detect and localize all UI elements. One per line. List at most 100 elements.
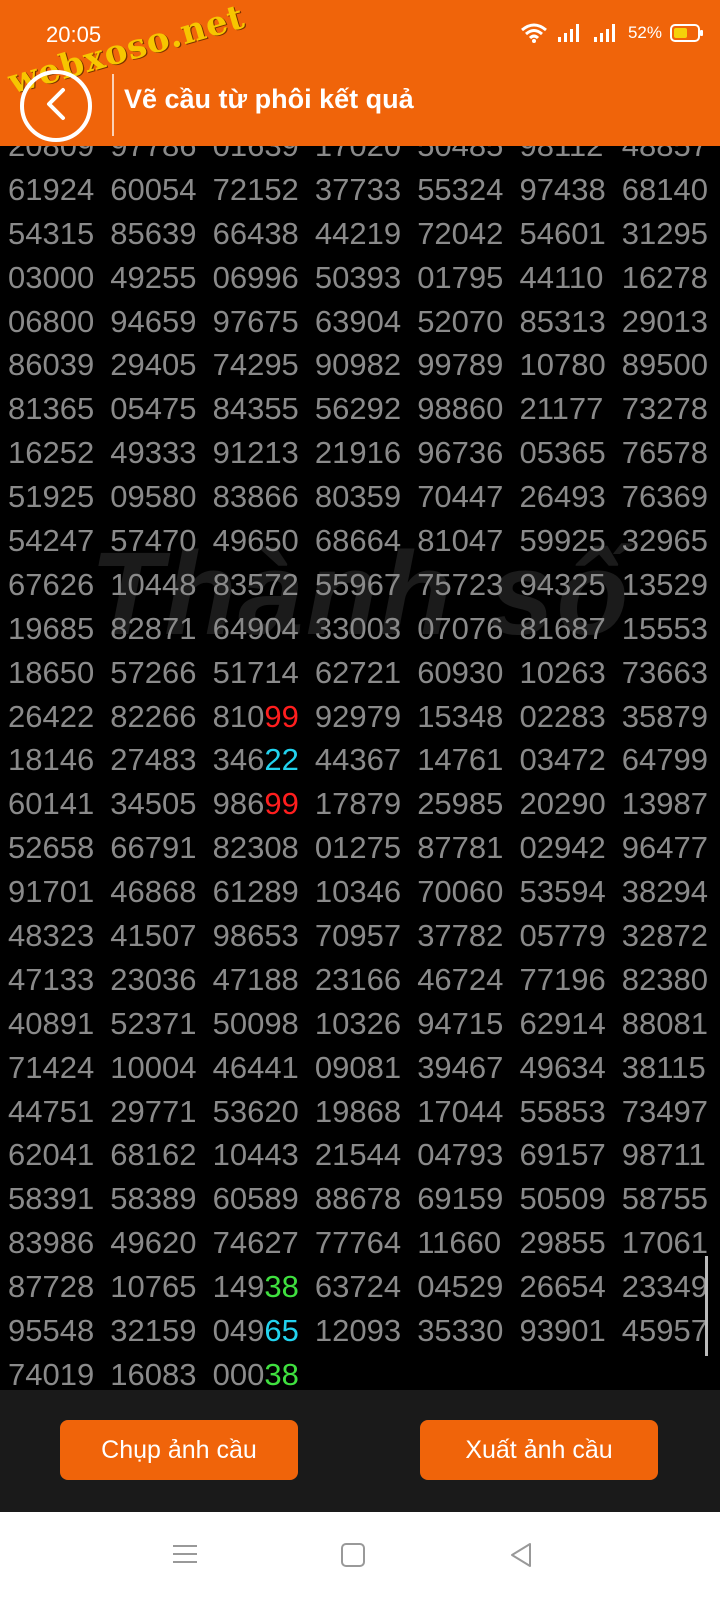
battery-percent: 52% [627,23,662,42]
cell-digits: 69159 [417,1181,504,1217]
grid-row: 71424 10004 46441 09081 39467 49634 38115 [0,1046,720,1090]
export-button[interactable]: Xuất ảnh cầu [420,1420,658,1480]
cell-digits: 19685 [8,610,95,646]
grid-row: 87728 10765 14938 63724 04529 26654 23349 [0,1265,720,1309]
grid-cell: 81687 [511,611,613,647]
grid-cell: 50485 [409,146,511,164]
cell-digits: 93901 [519,1312,606,1348]
grid-cell: 21544 [307,1137,409,1173]
grid-cell: 09081 [307,1050,409,1086]
grid-row: 62041 68162 10443 21544 04793 69157 98711 [0,1133,720,1177]
cell-digits: 23166 [314,961,402,997]
cell-digits: 29855 [519,1225,606,1261]
cell-digits: 50509 [519,1181,606,1217]
home-square-icon[interactable] [340,1542,366,1573]
cell-digits: 45957 [621,1312,708,1348]
cell-digits: 35879 [621,698,708,734]
grid-cell: 17044 [409,1094,511,1130]
grid-cell: 82308 [205,830,307,866]
cell-digits: 56292 [314,391,402,427]
chevron-left-icon [41,86,71,127]
cell-digits: 50393 [314,259,402,295]
cell-digits: 51925 [8,479,95,515]
cell-digits: 29771 [110,1093,197,1129]
scrollbar[interactable] [705,1256,708,1356]
cell-digits: 58391 [8,1181,95,1217]
grid-cell: 64904 [205,611,307,647]
grid-cell: 32872 [614,918,716,954]
grid-cell: 98653 [205,918,307,954]
back-button[interactable] [20,70,92,142]
cell-digits: 06800 [8,303,95,339]
grid-cell: 05779 [511,918,613,954]
grid-cell: 10448 [102,567,204,603]
cell-digits: 58389 [110,1181,197,1217]
menu-icon[interactable] [172,1542,198,1571]
grid-row: 83986 49620 74627 77764 11660 29855 17061 [0,1221,720,1265]
cell-digits: 91701 [8,874,95,910]
cell-digits: 02283 [519,698,606,734]
grid-cell: 00038 [205,1357,307,1390]
cell-digits: 61924 [8,171,95,207]
cell-digits: 01275 [314,830,402,866]
grid-cell: 50098 [205,1006,307,1042]
cell-digits: 04529 [417,1269,504,1305]
cell-digits: 52658 [8,830,95,866]
grid-cell: 83986 [0,1225,102,1261]
cell-digits: 70060 [417,874,504,910]
grid-cell: 62914 [511,1006,613,1042]
grid-cell: 18146 [0,742,102,778]
cell-digits: 48323 [8,917,95,953]
cell-digits: 80359 [314,479,402,515]
cell-digits: 57266 [110,654,197,690]
cell-digits: 96736 [417,435,504,471]
cell-digits: 68140 [621,171,708,207]
grid-row: 67626 10448 83572 55967 75723 94325 13529 [0,563,720,607]
grid-cell: 23036 [102,962,204,998]
grid-cell: 58755 [614,1181,716,1217]
cell-digits: 98653 [212,917,299,953]
grid-cell: 73278 [614,391,716,427]
grid-cell: 10326 [307,1006,409,1042]
highlighted-digits: 38 [264,1356,299,1390]
cell-digits: 16278 [621,259,708,295]
grid-cell: 54247 [0,523,102,559]
cell-digits: 71424 [8,1049,95,1085]
cell-digits: 15553 [621,610,708,646]
cell-digits: 76578 [621,435,708,471]
cell-digits: 88081 [621,1005,708,1041]
result-grid[interactable]: Thành số 2080997786016391702050485981124… [0,146,720,1390]
cell-digits: 21544 [314,1137,402,1173]
back-triangle-icon[interactable] [508,1542,534,1573]
grid-cell: 26654 [511,1269,613,1305]
cell-digits: 12093 [314,1312,402,1348]
grid-cell: 23349 [614,1269,716,1305]
capture-button[interactable]: Chụp ảnh cầu [60,1420,298,1480]
grid-row: 26422 82266 81099 92979 15348 02283 35879 [0,695,720,739]
grid-cell: 82266 [102,699,204,735]
cell-digits: 89500 [621,347,708,383]
grid-cell: 34622 [205,742,307,778]
grid-cell: 52371 [102,1006,204,1042]
grid-cell: 20809 [0,146,102,164]
grid-cell: 57470 [102,523,204,559]
cell-digits: 09580 [110,479,197,515]
cell-digits: 68162 [110,1137,197,1173]
grid-cell: 52070 [409,304,511,340]
grid-row: 48323 41507 98653 70957 37782 05779 32872 [0,914,720,958]
grid-cell: 81365 [0,391,102,427]
cell-digits: 73497 [621,1093,708,1129]
grid-cell: 54315 [0,216,102,252]
cell-digits: 38294 [621,874,708,910]
grid-cell: 74019 [0,1357,102,1390]
grid-cell: 55967 [307,567,409,603]
cell-digits: 62914 [519,1005,606,1041]
grid-cell: 37782 [409,918,511,954]
cell-digits: 21177 [519,391,604,427]
grid-cell: 70957 [307,918,409,954]
cell-digits: 26493 [519,479,606,515]
grid-cell: 72152 [205,172,307,208]
signal-icon [556,22,584,44]
cell-digits: 44751 [8,1093,95,1129]
grid-cell: 97675 [205,304,307,340]
